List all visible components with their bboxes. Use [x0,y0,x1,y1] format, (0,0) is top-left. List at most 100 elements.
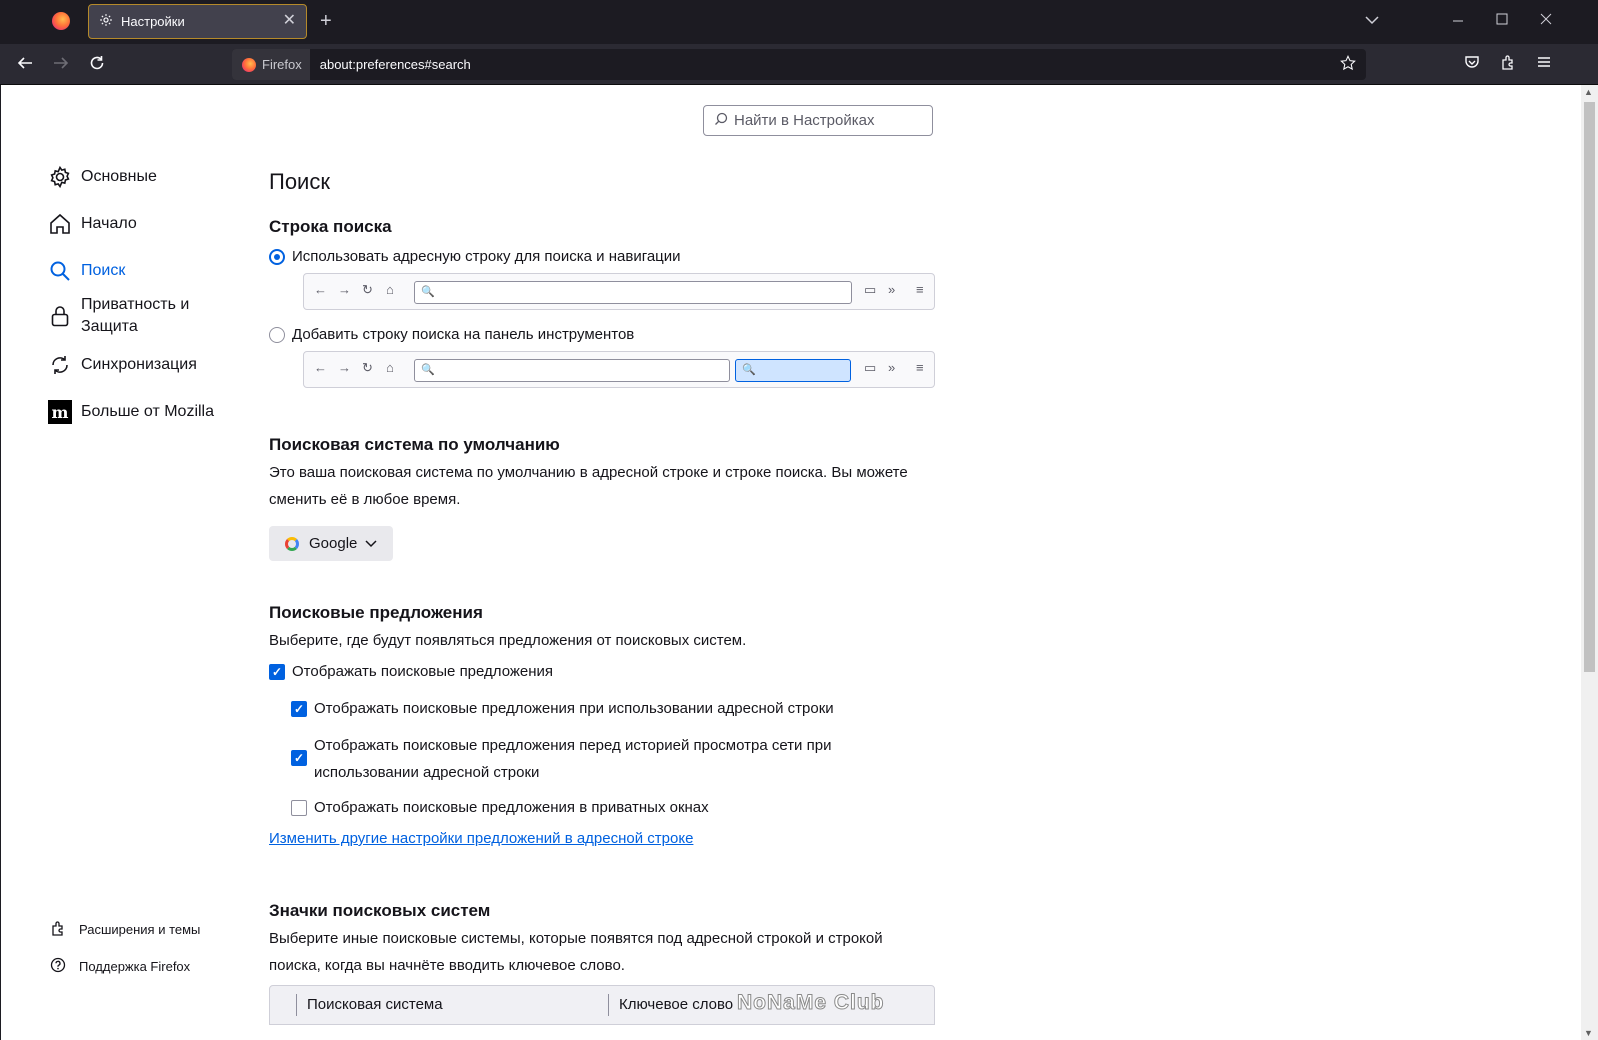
sidebar-icon: ▭ [864,360,877,375]
url-text[interactable]: about:preferences#search [320,57,471,72]
column-separator [296,994,297,1016]
selected-engine: Google [309,535,358,552]
identity-box[interactable]: Firefox [232,49,310,80]
sidebar-item-label: Начало [81,215,137,232]
gear-icon [99,13,113,30]
scroll-up-icon[interactable]: ▲ [1584,87,1593,97]
list-tabs-icon[interactable] [1365,12,1379,29]
search-icon [714,112,728,129]
default-engine-heading: Поисковая система по умолчанию [269,435,560,454]
url-bar[interactable]: Firefox about:preferences#search [232,49,1366,80]
checkbox-show-suggestions[interactable]: ✓ Отображать поисковые предложения [269,658,553,685]
sidebar-item-label: Поиск [81,262,126,279]
reload-button[interactable] [88,54,106,76]
forward-arrow-icon: → [338,282,351,297]
column-separator [608,994,609,1016]
radio-button-checked[interactable] [269,248,285,265]
search-icon [47,258,73,284]
search-bar-heading: Строка поиска [269,217,392,236]
lock-icon [47,303,73,329]
default-engine-select[interactable]: Google [269,526,393,561]
bookmark-star-icon[interactable] [1340,55,1356,76]
checkbox-label: Отображать поисковые предложения в прива… [314,799,709,816]
radio-add-searchbar[interactable]: Добавить строку поиска на панель инструм… [269,326,634,343]
preview-searchbar: 🔍 [735,359,851,382]
search-preferences-input[interactable]: Найти в Настройках [703,105,933,136]
sidebar-item-search[interactable]: Поиск [47,258,125,284]
reload-icon: ↻ [362,282,373,297]
tab-settings[interactable]: Настройки ✕ [88,4,307,39]
overflow-icon: » [888,282,896,297]
checkbox-private-suggestions[interactable]: Отображать поисковые предложения в прива… [291,794,709,821]
radio-button[interactable] [269,326,285,343]
sidebar-item-label: Приватность и Защита [81,296,190,335]
checkbox-checked[interactable]: ✓ [291,701,307,717]
sidebar-item-general[interactable]: Основные [47,164,157,190]
hamburger-menu-icon[interactable] [1536,54,1552,75]
checkbox-label: Отображать поисковые предложения перед и… [314,737,832,781]
search-icon: 🔍 [421,286,435,298]
column-header-keyword[interactable]: Ключевое слово [619,996,733,1013]
new-tab-button[interactable]: + [320,10,332,33]
extensions-icon[interactable] [1500,54,1516,75]
scroll-thumb[interactable] [1584,102,1595,672]
forward-arrow-icon: → [338,360,351,375]
help-icon [49,957,67,976]
column-header-engine[interactable]: Поисковая система [307,996,443,1013]
sidebar-item-sync[interactable]: Синхронизация [47,352,197,378]
sidebar-item-label: Основные [81,168,157,185]
radio-use-urlbar[interactable]: Использовать адресную строку для поиска … [269,248,681,265]
puzzle-icon [49,920,67,939]
sidebar-bottom-label: Расширения и темы [79,922,201,937]
checkbox-unchecked[interactable] [291,800,307,816]
back-arrow-icon: ← [314,360,327,375]
google-icon [285,536,299,551]
back-button[interactable] [16,54,34,76]
sidebar-link-addons[interactable]: Расширения и темы [49,920,200,939]
urlbar-only-preview: ← → ↻ ⌂ 🔍 ▭ » ≡ [303,273,935,310]
chevron-down-icon [365,537,377,551]
sidebar-item-label: Синхронизация [81,356,197,373]
search-icon: 🔍 [421,364,435,376]
forward-button[interactable] [52,54,70,76]
home-icon: ⌂ [386,282,394,297]
close-tab-icon[interactable]: ✕ [283,13,296,29]
sidebar-item-more-from-mozilla[interactable]: m Больше от Mozilla [47,399,214,425]
sidebar-bottom-label: Поддержка Firefox [79,959,191,974]
preview-urlbar: 🔍 [414,359,730,382]
search-icon: 🔍 [742,364,756,376]
pocket-icon[interactable] [1464,54,1480,75]
gear-icon [47,164,73,190]
urlbar-suggestions-settings-link[interactable]: Изменить другие настройки предложений в … [269,830,693,847]
checkbox-checked[interactable]: ✓ [269,664,285,680]
suggestions-heading: Поисковые предложения [269,603,483,622]
checkbox-urlbar-suggestions[interactable]: ✓ Отображать поисковые предложения при и… [291,695,834,722]
sidebar-icon: ▭ [864,282,877,297]
sidebar-item-label: Больше от Mozilla [81,403,215,420]
checkbox-label: Отображать поисковые предложения [292,663,554,680]
sidebar-item-privacy[interactable]: Приватность и Защита [47,294,211,338]
sidebar-link-support[interactable]: Поддержка Firefox [49,957,190,976]
checkbox-checked[interactable]: ✓ [291,750,307,766]
search-shortcuts-heading: Значки поисковых систем [269,901,491,920]
search-shortcuts-description: Выберите иные поисковые системы, которые… [269,930,883,974]
maximize-button[interactable] [1496,12,1508,29]
default-engine-description: Это ваша поисковая система по умолчанию … [269,464,908,508]
menu-icon: ≡ [916,282,924,297]
back-arrow-icon: ← [314,282,327,297]
scrollbar[interactable]: ▲ ▼ [1581,85,1598,1040]
sidebar-item-home[interactable]: Начало [47,211,137,237]
menu-icon: ≡ [916,360,924,375]
identity-label: Firefox [262,57,302,72]
firefox-logo-icon[interactable] [52,12,70,30]
scroll-down-icon[interactable]: ▼ [1584,1028,1593,1038]
search-placeholder: Найти в Настройках [734,112,875,129]
minimize-button[interactable] [1452,12,1464,29]
checkbox-suggestions-before-history[interactable]: ✓ Отображать поисковые предложения перед… [291,732,851,786]
overflow-icon: » [888,360,896,375]
close-window-button[interactable] [1540,12,1552,29]
searchbar-preview: ← → ↻ ⌂ 🔍 🔍 ▭ » ≡ [303,351,935,388]
home-icon: ⌂ [386,360,394,375]
checkbox-label: Отображать поисковые предложения при исп… [314,700,834,717]
page-title: Поиск [269,169,330,194]
